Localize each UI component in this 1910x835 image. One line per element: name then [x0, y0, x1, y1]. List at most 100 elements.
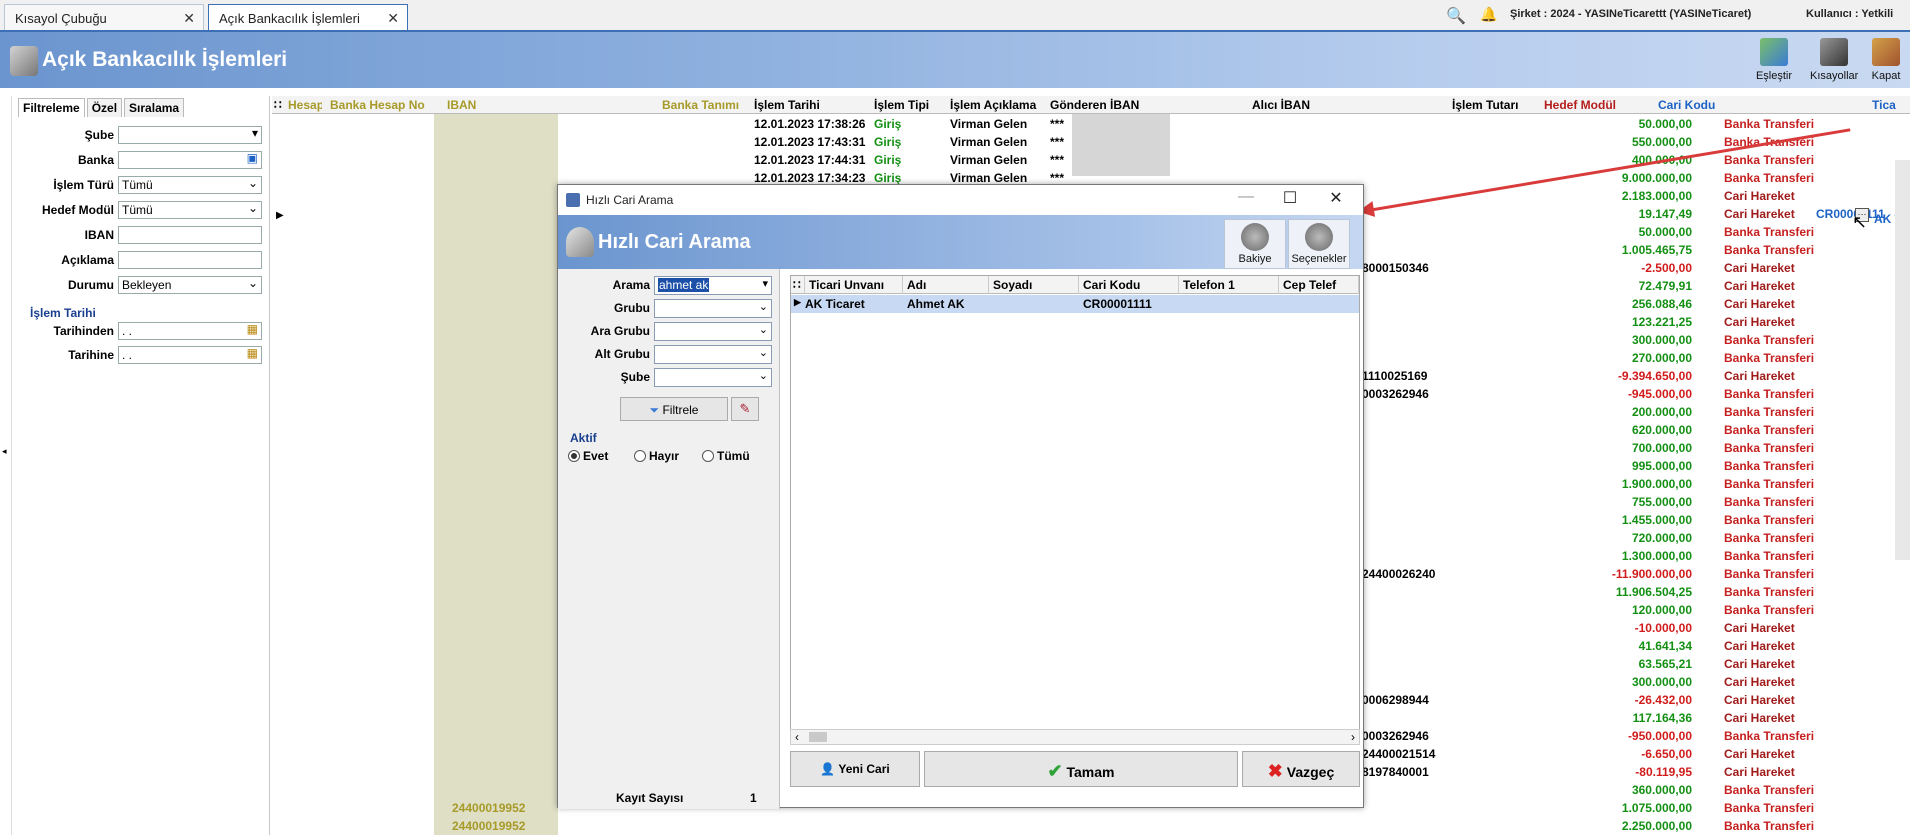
calendar-icon[interactable]: ▦: [247, 322, 258, 336]
search-icon[interactable]: 🔍: [1446, 6, 1466, 26]
col-iban[interactable]: IBAN: [447, 98, 547, 112]
scroll-right-icon[interactable]: ›: [1351, 730, 1355, 744]
durumu-select[interactable]: Bekleyen ⌄: [118, 276, 262, 294]
close-icon[interactable]: ✕: [1316, 188, 1356, 212]
sube-select[interactable]: ⌄: [654, 368, 772, 387]
col-adi[interactable]: Adı: [903, 276, 989, 294]
calendar-icon[interactable]: ▦: [247, 346, 258, 360]
cell-amount: -950.000,00: [1627, 729, 1692, 743]
bakiye-button[interactable]: Bakiye: [1224, 219, 1286, 269]
cell-target-module: Banka Transferi: [1724, 351, 1815, 365]
cell-target-module: Banka Transferi: [1724, 549, 1815, 563]
cell-partial-iban: 8197840001: [1362, 765, 1429, 779]
clear-filter-button[interactable]: ✎: [731, 397, 759, 421]
tarihinden-input[interactable]: . . ▦: [118, 322, 262, 340]
cell-target-module: Cari Hareket: [1724, 693, 1795, 707]
maximize-icon[interactable]: ☐: [1270, 188, 1310, 212]
close-icon[interactable]: ✕: [183, 10, 195, 27]
tab-siralama[interactable]: Sıralama: [124, 98, 185, 117]
kisayollar-button[interactable]: Kısayollar: [1810, 36, 1858, 86]
banka-lookup[interactable]: ▣: [118, 151, 262, 169]
collapse-icon[interactable]: ◂: [2, 446, 7, 457]
col-islem-tipi[interactable]: İşlem Tipi: [874, 98, 944, 112]
tab-acik-bankacilik[interactable]: Açık Bankacılık İşlemleri ✕: [208, 4, 408, 30]
cell-amount: 270.000,00: [1631, 351, 1692, 365]
radio-tumu[interactable]: Tümü: [702, 449, 750, 463]
drag-handle-icon[interactable]: ∷: [274, 98, 282, 112]
radio-evet[interactable]: Evet: [568, 449, 608, 463]
tamam-button[interactable]: ✔ Tamam: [924, 751, 1238, 787]
col-islem-aciklama[interactable]: İşlem Açıklama: [950, 98, 1046, 112]
col-ticari[interactable]: Tica: [1872, 98, 1906, 112]
hedef-modul-select[interactable]: Tümü ⌄: [118, 201, 262, 219]
kapat-button[interactable]: Kapat: [1862, 36, 1910, 86]
cell-amount: 41.641,34: [1638, 639, 1692, 653]
table-row[interactable]: ▶ AK Ticaret Ahmet AK CR00001111: [791, 295, 1359, 313]
col-cari-kodu[interactable]: Cari Kodu: [1658, 98, 1838, 112]
col-banka-hesap-no[interactable]: Banka Hesap No: [330, 98, 430, 112]
radio-hayir[interactable]: Hayır: [634, 449, 679, 463]
tab-kisayol[interactable]: Kısayol Çubuğu ✕: [4, 4, 204, 30]
sube-select[interactable]: ▾: [118, 126, 262, 144]
vazgec-button[interactable]: ✖ Vazgeç: [1242, 751, 1360, 787]
eslestir-button[interactable]: Eşleştir: [1750, 36, 1798, 86]
cell-target-module: Cari Hareket: [1724, 747, 1795, 761]
cell-date: 12.01.2023 17:43:31: [754, 135, 866, 149]
col-hedef-modul[interactable]: Hedef Modül: [1544, 98, 1634, 112]
yeni-cari-button[interactable]: 👤 Yeni Cari: [790, 751, 920, 787]
grubu-select[interactable]: ⌄: [654, 299, 772, 318]
cell-amount: 120.000,00: [1631, 603, 1692, 617]
tarihine-input[interactable]: . . ▦: [118, 346, 262, 364]
tab-ozel[interactable]: Özel: [86, 98, 123, 117]
bank-icon: [10, 46, 38, 76]
chevron-down-icon: ⌄: [758, 301, 768, 313]
tab-filtreleme[interactable]: Filtreleme: [18, 98, 85, 117]
table-row[interactable]: 12.01.2023 17:38:26 Giriş Virman Gelen *** 5…: [272, 115, 1910, 133]
cell-amount: 50.000,00: [1638, 225, 1692, 239]
cell-partial-iban: 24400021514: [1362, 747, 1436, 761]
horizontal-scrollbar[interactable]: ‹ ›: [790, 729, 1360, 745]
mouse-cursor-icon: ↖: [1852, 212, 1868, 232]
scroll-thumb[interactable]: [809, 732, 827, 742]
scroll-left-icon[interactable]: ‹: [795, 730, 799, 744]
col-alici-iban[interactable]: Alıcı İBAN: [1252, 98, 1432, 112]
cell-amount: 2.250.000,00: [1621, 819, 1692, 833]
lookup-icon[interactable]: ▣: [247, 151, 258, 165]
gear-icon: [1305, 223, 1333, 251]
cell-target-module: Cari Hareket: [1724, 189, 1795, 203]
islem-turu-select[interactable]: Tümü ⌄: [118, 176, 262, 194]
col-hesap[interactable]: Hesap: [288, 98, 322, 112]
cell-partial-iban: 1110025169: [1362, 369, 1428, 383]
vertical-scrollbar[interactable]: [1895, 160, 1910, 560]
col-islem-tutari[interactable]: İşlem Tutarı: [1452, 98, 1542, 112]
cell-partial-iban: 24400019952: [452, 801, 526, 815]
bell-icon[interactable]: 🔔: [1480, 6, 1497, 23]
close-icon[interactable]: ✕: [387, 10, 399, 27]
col-islem-tarihi[interactable]: İşlem Tarihi: [754, 98, 864, 112]
radio-label: Tümü: [717, 449, 750, 463]
alt-grubu-select[interactable]: ⌄: [654, 345, 772, 364]
aciklama-input[interactable]: [118, 251, 262, 269]
table-row[interactable]: 12.01.2023 17:43:31 Giriş Virman Gelen *** 5…: [272, 133, 1910, 151]
filtrele-button[interactable]: ⏷ Filtrele: [620, 397, 728, 421]
col-banka-tanimi[interactable]: Banka Tanımı: [662, 98, 748, 112]
arama-input[interactable]: ahmet ak ▾: [654, 276, 772, 295]
iban-input[interactable]: [118, 226, 262, 244]
ara-grubu-select[interactable]: ⌄: [654, 322, 772, 341]
cell-date: 12.01.2023 17:38:26: [754, 117, 866, 131]
cell-amount: -945.000,00: [1627, 387, 1692, 401]
cell-amount: 50.000,00: [1638, 117, 1692, 131]
col-ticari-unvani[interactable]: Ticari Unvanı: [805, 276, 903, 294]
col-cep-telefonu[interactable]: Cep Telef: [1279, 276, 1359, 294]
drag-handle-icon[interactable]: ∷: [791, 276, 805, 294]
chevron-down-icon: ⌄: [758, 324, 768, 336]
minimize-icon[interactable]: —: [1226, 188, 1266, 212]
col-soyadi[interactable]: Soyadı: [989, 276, 1079, 294]
cell-amount: 720.000,00: [1631, 531, 1692, 545]
cell-sender-iban: ***: [1050, 171, 1065, 185]
col-telefon-1[interactable]: Telefon 1: [1179, 276, 1279, 294]
aktif-group-title: Aktif: [570, 431, 597, 445]
col-cari-kodu[interactable]: Cari Kodu: [1079, 276, 1179, 294]
col-gonderen-iban[interactable]: Gönderen İBAN: [1050, 98, 1230, 112]
secenekler-button[interactable]: Seçenekler: [1288, 219, 1350, 269]
